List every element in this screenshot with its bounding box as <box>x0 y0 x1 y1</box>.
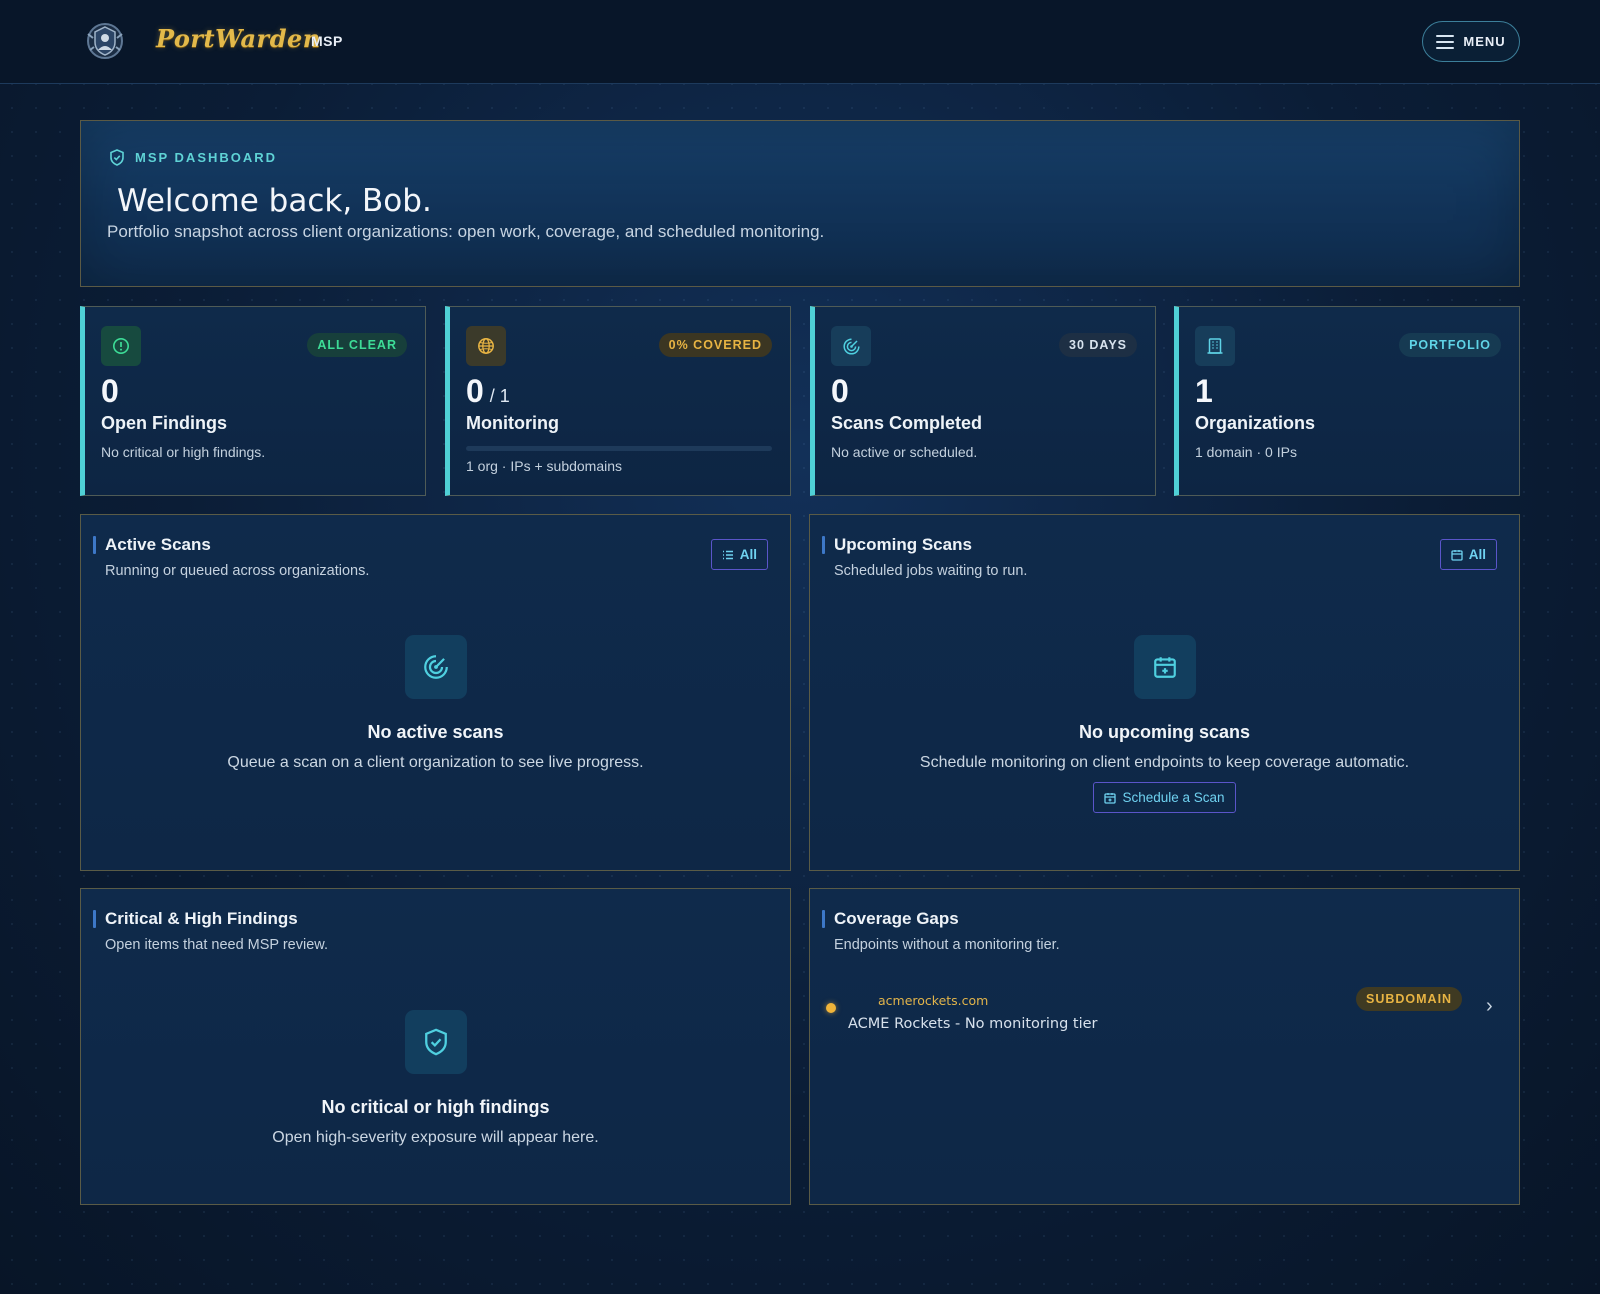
stat-card-open-findings[interactable]: ALL CLEAR 0 Open Findings No critical or… <box>80 306 426 496</box>
coverage-progress-bar <box>466 446 772 451</box>
panel-title: Coverage Gaps <box>822 909 1060 929</box>
radar-icon <box>404 635 467 699</box>
brand-logo-text[interactable]: PortWarden <box>156 24 321 53</box>
hamburger-icon <box>1436 34 1455 49</box>
chevron-right-icon[interactable]: › <box>1486 995 1493 1018</box>
schedule-scan-label: Schedule a Scan <box>1122 790 1225 805</box>
stat-label: Open Findings <box>101 413 227 433</box>
stat-label: Scans Completed <box>831 413 983 433</box>
stat-label: Organizations <box>1195 413 1316 433</box>
view-all-label: All <box>1468 547 1486 562</box>
shield-check-icon <box>404 1010 467 1074</box>
panel-subtitle: Endpoints without a monitoring tier. <box>834 937 1060 953</box>
welcome-hero: MSP DASHBOARD Welcome back, Bob. Portfol… <box>80 120 1520 287</box>
hero-eyebrow-label: MSP DASHBOARD <box>135 150 278 165</box>
calendar-plus-icon <box>1104 792 1117 804</box>
stat-value: 0 <box>831 373 849 409</box>
stat-value: 0/ 1 <box>466 373 510 409</box>
stat-value: 1 <box>1195 373 1213 409</box>
top-bar: PortWarden MSP MENU <box>0 0 1600 84</box>
empty-state-title: No active scans <box>367 722 504 742</box>
empty-state-title: No upcoming scans <box>1078 722 1251 742</box>
panel-subtitle: Open items that need MSP review. <box>105 937 328 953</box>
view-all-schedules-button[interactable]: All <box>1439 539 1497 570</box>
stat-card-monitoring[interactable]: 0% COVERED 0/ 1 Monitoring 1 org · IPs +… <box>445 306 791 496</box>
empty-state-description: Schedule monitoring on client endpoints … <box>919 754 1410 771</box>
calendar-icon <box>1133 635 1196 699</box>
panel-title: Active Scans <box>93 535 369 555</box>
status-badge: ALL CLEAR <box>307 333 407 357</box>
panel-subtitle: Scheduled jobs waiting to run. <box>834 563 1028 579</box>
logo-icon[interactable] <box>84 20 126 62</box>
stat-subtext: No active or scheduled. <box>831 444 978 460</box>
schedule-scan-button[interactable]: Schedule a Scan <box>1093 782 1236 813</box>
empty-state-description: Queue a scan on a client organization to… <box>227 754 644 771</box>
panel-header: Coverage Gaps Endpoints without a monito… <box>822 909 1060 953</box>
stat-subtext: No critical or high findings. <box>101 444 266 460</box>
stat-value: 0 <box>101 373 119 409</box>
calendar-icon <box>1451 549 1463 561</box>
list-icon <box>722 550 733 559</box>
panel-subtitle: Running or queued across organizations. <box>105 563 370 579</box>
empty-state: No upcoming scans Schedule monitoring on… <box>810 635 1519 813</box>
panel-header: Upcoming Scans Scheduled jobs waiting to… <box>822 535 1027 579</box>
empty-state-description: Open high-severity exposure will appear … <box>272 1129 599 1146</box>
status-badge: 30 DAYS <box>1059 333 1137 357</box>
menu-button-label: MENU <box>1463 34 1506 49</box>
page-title: Welcome back, Bob. <box>117 183 432 219</box>
panel-title: Critical & High Findings <box>93 909 328 929</box>
status-badge: 0% COVERED <box>658 333 772 357</box>
empty-state: No critical or high findings Open high-s… <box>81 1010 790 1147</box>
alert-circle-icon <box>101 326 141 366</box>
shield-check-icon <box>110 149 124 166</box>
view-all-scans-button[interactable]: All <box>710 539 768 570</box>
hero-description: Portfolio snapshot across client organiz… <box>107 222 825 241</box>
upcoming-scans-panel: Upcoming Scans Scheduled jobs waiting to… <box>809 514 1520 871</box>
stat-card-organizations[interactable]: PORTFOLIO 1 Organizations 1 domain · 0 I… <box>1174 306 1520 496</box>
panel-header: Active Scans Running or queued across or… <box>93 535 369 579</box>
coverage-gaps-panel: Coverage Gaps Endpoints without a monito… <box>809 888 1520 1205</box>
stat-label: Monitoring <box>466 413 559 433</box>
warning-dot-icon <box>826 1003 836 1013</box>
stat-value-total: / 1 <box>489 386 510 406</box>
stat-subtext: 1 org · IPs + subdomains <box>466 458 623 474</box>
empty-state: No active scans Queue a scan on a client… <box>81 635 790 772</box>
coverage-gap-item[interactable]: acmerockets.com ACME Rockets - No monito… <box>826 987 1493 1039</box>
stat-subtext: 1 domain · 0 IPs <box>1195 444 1297 460</box>
gap-domain: acmerockets.com <box>878 993 989 1008</box>
endpoint-type-badge: SUBDOMAIN <box>1356 987 1463 1011</box>
view-all-label: All <box>739 547 757 562</box>
panel-header: Critical & High Findings Open items that… <box>93 909 328 953</box>
hero-eyebrow: MSP DASHBOARD <box>109 149 277 166</box>
globe-icon <box>466 326 506 366</box>
status-badge: PORTFOLIO <box>1399 333 1501 357</box>
brand-sub-label: MSP <box>311 33 343 49</box>
gap-description: ACME Rockets - No monitoring tier <box>848 1016 1098 1032</box>
active-scans-panel: Active Scans Running or queued across or… <box>80 514 791 871</box>
building-icon <box>1195 326 1235 366</box>
stat-card-scans-completed[interactable]: 30 DAYS 0 Scans Completed No active or s… <box>810 306 1156 496</box>
critical-findings-panel: Critical & High Findings Open items that… <box>80 888 791 1205</box>
menu-button[interactable]: MENU <box>1422 21 1520 62</box>
radar-icon <box>831 326 871 366</box>
empty-state-title: No critical or high findings <box>321 1097 550 1117</box>
panel-title: Upcoming Scans <box>822 535 1027 555</box>
